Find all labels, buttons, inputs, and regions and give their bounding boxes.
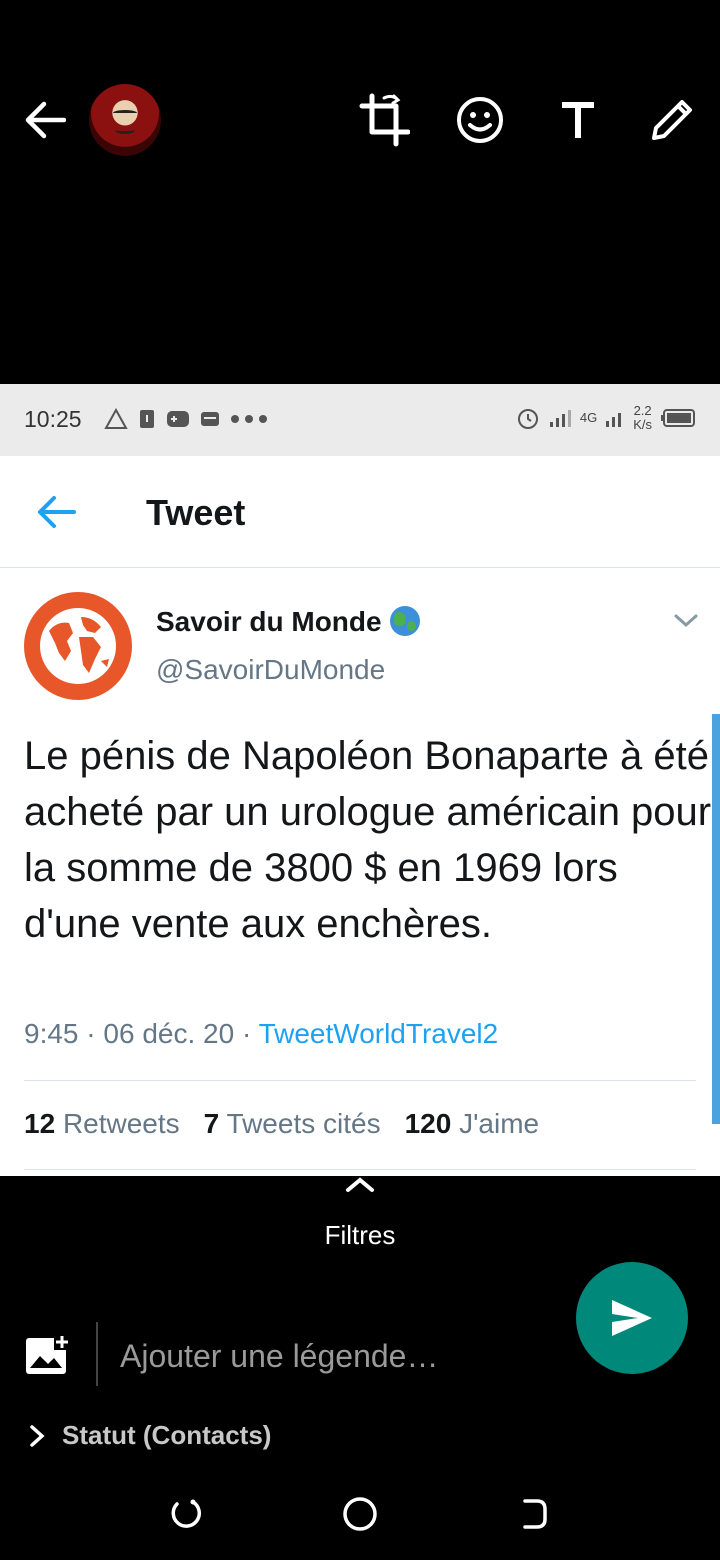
home-circle-icon: [343, 1497, 377, 1531]
tweet-text: Le pénis de Napoléon Bonaparte à été ach…: [24, 734, 712, 946]
back-button[interactable]: [18, 94, 70, 146]
emoji-button[interactable]: [454, 94, 506, 146]
system-nav-bar: [0, 1470, 720, 1560]
status-system-icons: 4G 2.2 K/s: [516, 404, 696, 432]
home-button[interactable]: [338, 1492, 382, 1536]
caption-input[interactable]: [120, 1330, 550, 1382]
chevron-down-icon[interactable]: [672, 610, 700, 630]
stat-count: 7: [203, 1108, 220, 1139]
avatar-mask-eyes: [113, 110, 137, 116]
network-speed: 2.2 K/s: [633, 404, 652, 432]
stat-count: 120: [404, 1108, 452, 1139]
caption-separator: [96, 1322, 98, 1386]
status-recipient-row[interactable]: Statut (Contacts): [28, 1420, 271, 1451]
author-name-text: Savoir du Monde: [156, 606, 382, 637]
world-map-logo-icon: [40, 608, 116, 684]
author-avatar[interactable]: [24, 592, 132, 700]
recents-button[interactable]: [164, 1492, 208, 1536]
warning-icon: [104, 408, 128, 429]
send-button[interactable]: [576, 1262, 688, 1374]
scroll-indicator: [712, 714, 720, 1124]
text-icon: [562, 102, 594, 138]
contact-avatar[interactable]: [89, 84, 161, 156]
message-icon: [201, 412, 219, 426]
stat-count: 12: [24, 1108, 56, 1139]
signal-icon: [549, 410, 571, 427]
quote-tweets-stat[interactable]: 7 Tweets cités: [204, 1108, 381, 1140]
battery-icon: [661, 409, 695, 427]
draw-button[interactable]: [646, 94, 698, 146]
emoji-icon: [457, 97, 503, 143]
divider: [24, 1080, 696, 1081]
signal-4g-icon: [606, 413, 622, 427]
tweet-source-link[interactable]: TweetWorldTravel2: [259, 1018, 499, 1049]
edited-image: 10:25 4G 2.2 K/s Tweet Savoir du Monde @…: [0, 384, 720, 1176]
chevron-right-icon: [30, 1424, 45, 1447]
crop-button[interactable]: [356, 92, 412, 148]
send-icon: [612, 1300, 652, 1336]
back-nav-icon: [523, 1499, 547, 1529]
avatar-mask-mouth: [115, 126, 135, 134]
stat-label: Tweets cités: [226, 1108, 381, 1139]
stat-label: Retweets: [62, 1108, 180, 1139]
chevron-up-icon[interactable]: [340, 1172, 380, 1196]
status-notification-icons: [104, 408, 270, 430]
network-speed-unit: K/s: [633, 417, 652, 432]
tweet-stats: 12 Retweets 7 Tweets cités 120 J'aime: [24, 1108, 539, 1140]
likes-stat[interactable]: 120 J'aime: [405, 1108, 540, 1140]
gamepad-icon: [167, 411, 189, 427]
text-button[interactable]: [552, 94, 604, 146]
crop-rotate-icon: [359, 93, 410, 147]
storage-alert-icon: [140, 410, 154, 428]
globe-emoji-icon: [389, 606, 420, 636]
tweet-back-arrow-icon[interactable]: [34, 492, 78, 532]
add-media-icon[interactable]: [24, 1332, 72, 1376]
author-handle[interactable]: @SavoirDuMonde: [156, 654, 385, 686]
divider: [24, 1169, 696, 1170]
filters-label[interactable]: Filtres: [0, 1220, 720, 1251]
recents-icon: [171, 1499, 201, 1528]
tweet-time: 9:45: [24, 1018, 79, 1049]
back-nav-button[interactable]: [510, 1492, 554, 1536]
meta-separator: ·: [78, 1018, 104, 1049]
stat-label: J'aime: [459, 1108, 540, 1139]
editor-toolbar: [0, 0, 720, 384]
author-name[interactable]: Savoir du Monde: [156, 606, 420, 638]
status-recipient-label: Statut (Contacts): [62, 1420, 272, 1450]
network-speed-value: 2.2: [633, 403, 652, 418]
status-time: 10:25: [24, 406, 82, 432]
back-arrow-icon: [25, 101, 66, 139]
image-status-bar: 10:25 4G 2.2 K/s: [0, 384, 720, 456]
tweet-meta: 9:45 · 06 déc. 20 · TweetWorldTravel2: [24, 1018, 498, 1050]
network-type: 4G: [579, 410, 598, 425]
tweet-page-title: Tweet: [146, 492, 246, 533]
more-notifications-icon: [231, 415, 267, 423]
tweet-date: 06 déc. 20: [103, 1018, 235, 1049]
tweet-header: Tweet: [0, 456, 720, 568]
pencil-icon: [652, 100, 692, 140]
retweets-stat[interactable]: 12 Retweets: [24, 1108, 180, 1140]
meta-separator: ·: [234, 1018, 259, 1049]
alarm-icon: [517, 409, 538, 429]
